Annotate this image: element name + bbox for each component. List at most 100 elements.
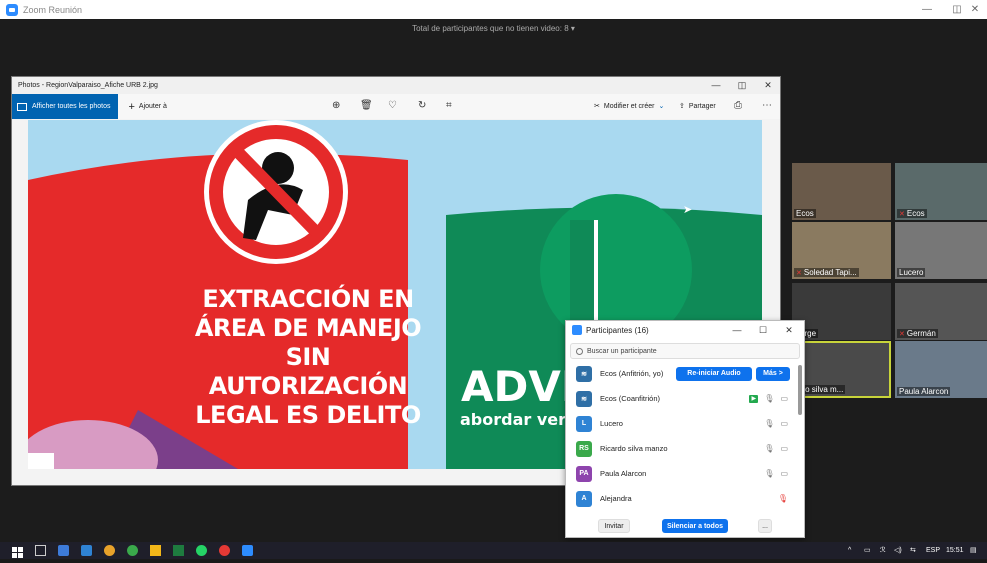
video-thumbnail-active[interactable]: rdo silva m... (792, 341, 891, 398)
participant-row[interactable]: ≋ Ecos (Coanfitrión) ▶ 🎙 ▭ (566, 386, 798, 411)
video-off-icon: ▭ (780, 444, 788, 453)
video-thumbnail[interactable]: ✕ Germán (895, 283, 987, 340)
panel-minimize-button[interactable]: — (726, 321, 748, 339)
share-icon: ⇪ (679, 103, 685, 110)
language-label[interactable]: ESP (926, 542, 940, 559)
muted-mic-icon: ✕ (796, 270, 802, 277)
photos-icon (17, 102, 27, 111)
language-switch-icon[interactable]: ⇆ (910, 542, 916, 559)
thumbnail-name: Soledad Tapi... (803, 268, 857, 277)
participant-row[interactable]: A Alejandra 🎙 (566, 486, 798, 511)
thumbnail-name: Paula Alarcon (899, 387, 949, 396)
mute-all-button[interactable]: Silenciar a todos (662, 519, 728, 533)
chevron-down-icon: ▾ (570, 24, 575, 33)
avatar: A (576, 490, 592, 507)
plus-icon: + (128, 100, 135, 113)
tray-chevron-icon[interactable]: ^ (848, 542, 851, 559)
volume-icon[interactable]: ◁) (894, 542, 902, 559)
mail-icon[interactable] (81, 545, 92, 556)
participant-search-input[interactable]: Buscar un participante (570, 343, 800, 359)
spotify-icon[interactable] (127, 545, 138, 556)
participants-panel: Participantes (16) — ☐ ✕ Buscar un parti… (565, 320, 805, 538)
zoom-app-icon (572, 325, 582, 335)
avatar: RS (576, 440, 592, 457)
participant-name: Alejandra (600, 494, 632, 503)
photos-titlebar: Photos - RegionValparaiso_Afiche URB 2.j… (12, 77, 780, 94)
rotate-icon[interactable]: ↻ (418, 100, 426, 111)
participants-title: Participantes (16) (586, 325, 649, 335)
video-thumbnail[interactable]: ✕ Soledad Tapi... (792, 222, 891, 279)
photos-minimize-button[interactable]: — (704, 77, 728, 94)
search-icon (576, 347, 583, 355)
whatsapp-icon[interactable] (196, 545, 207, 556)
zoom-in-icon[interactable]: ⊕ (332, 100, 340, 111)
poster-line-2: ÁREA DE MANEJO (194, 314, 422, 342)
windows-start-icon[interactable] (12, 545, 23, 558)
invite-button[interactable]: Invitar (598, 519, 630, 533)
zoom-window-title: Zoom Reunión (23, 4, 83, 15)
more-options-button[interactable]: ... (758, 519, 772, 533)
no-video-banner[interactable]: Total de participantes que no tienen vid… (0, 19, 987, 39)
panel-close-button[interactable]: ✕ (778, 321, 800, 339)
more-icon[interactable]: ⋯ (762, 100, 772, 111)
muted-mic-icon: 🎙 (777, 494, 788, 503)
participant-name: Lucero (600, 419, 623, 428)
panel-maximize-button[interactable]: ☐ (752, 321, 774, 339)
photos-window-title: Photos - RegionValparaiso_Afiche URB 2.j… (18, 82, 158, 89)
ime-icon[interactable]: ℛ (880, 542, 886, 559)
network-icon[interactable]: ▭ (864, 542, 871, 559)
zoom-taskbar-icon[interactable] (242, 545, 253, 556)
poster-line-4: LEGAL ES DELITO (195, 401, 421, 429)
crop-icon[interactable]: ⌗ (446, 100, 452, 111)
add-to-button[interactable]: + Ajouter à (128, 101, 166, 113)
video-thumbnail[interactable]: Ecos (792, 163, 891, 220)
mic-icon: 🎙 (764, 444, 775, 453)
photos-maximize-button[interactable]: ◫ (730, 77, 754, 94)
participant-row[interactable]: RS Ricardo silva manzo 🎙 ▭ (566, 436, 798, 461)
avatar: PA (576, 465, 592, 482)
more-button[interactable]: Más > (756, 366, 790, 381)
cursor-icon: ➤ (683, 204, 693, 216)
store-icon[interactable] (58, 545, 69, 556)
mic-icon: 🎙 (764, 469, 775, 478)
search-placeholder: Buscar un participante (587, 347, 657, 355)
zoom-titlebar: Zoom Reunión — ◫ ✕ (0, 0, 987, 19)
scrollbar[interactable] (798, 365, 802, 415)
participant-row[interactable]: L Lucero 🎙 ▭ (566, 411, 798, 436)
taskbar: ^ ▭ ℛ ◁) ⇆ ESP 15:51 ▤ (0, 542, 987, 559)
participant-row[interactable]: PA Paula Alarcon 🎙 ▭ (566, 461, 798, 486)
file-explorer-icon[interactable] (150, 545, 161, 556)
poster-line-1: EXTRACCIÓN EN (202, 285, 414, 313)
excel-icon[interactable] (173, 545, 184, 556)
video-thumbnail[interactable]: Lucero (895, 222, 987, 279)
delete-icon[interactable]: 🗑 (360, 100, 373, 111)
participant-name: Ricardo silva manzo (600, 444, 668, 453)
mic-icon: 🎙 (764, 394, 775, 403)
task-view-icon[interactable] (35, 545, 46, 556)
video-thumbnail[interactable]: ✕ Ecos (895, 163, 987, 220)
share-button[interactable]: ⇪ Partager (679, 102, 716, 111)
video-thumbnail[interactable]: Jorge (792, 283, 891, 340)
participant-row[interactable]: ≋ Ecos (Anfitrión, yo) Re-iniciar Audio … (566, 361, 798, 386)
edit-create-button[interactable]: ✂ Modifier et créer ⌄ (594, 102, 664, 111)
opera-icon[interactable] (219, 545, 230, 556)
video-thumbnail[interactable]: Paula Alarcon (895, 341, 987, 398)
chrome-icon[interactable] (104, 545, 115, 556)
participants-footer: Invitar Silenciar a todos ... (566, 515, 804, 537)
photos-toolbar: Afficher toutes les photos + Ajouter à ⊕… (12, 94, 780, 119)
reinit-audio-button[interactable]: Re-iniciar Audio (676, 366, 752, 381)
edit-create-label: Modifier et créer (603, 102, 655, 110)
heart-icon[interactable]: ♡ (388, 100, 397, 111)
all-photos-button[interactable]: Afficher toutes les photos (12, 94, 119, 119)
clock[interactable]: 15:51 (946, 542, 964, 559)
mic-icon: 🎙 (764, 419, 775, 428)
participant-name: Ecos (Anfitrión, yo) (600, 369, 664, 378)
participant-list: ≋ Ecos (Anfitrión, yo) Re-iniciar Audio … (566, 361, 798, 511)
print-icon[interactable]: ⎙ (734, 100, 742, 111)
participants-titlebar: Participantes (16) — ☐ ✕ (566, 321, 804, 339)
notifications-icon[interactable]: ▤ (970, 542, 977, 559)
share-label: Partager (688, 102, 716, 110)
photos-close-button[interactable]: ✕ (756, 77, 780, 94)
minimize-button[interactable]: — (912, 0, 942, 19)
close-button[interactable]: ✕ (960, 0, 987, 19)
